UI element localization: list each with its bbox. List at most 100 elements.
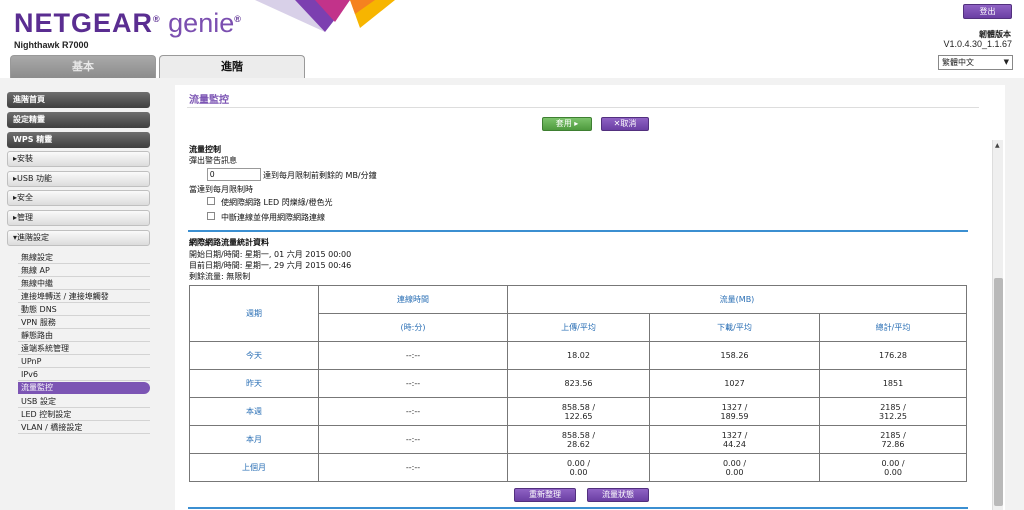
- row-upload: 18.02: [507, 341, 650, 370]
- row-period: 今天: [189, 341, 319, 370]
- header: NETGEAR® genie® Nighthawk R7000 基本 進階 登出…: [0, 0, 1024, 78]
- sidebar-section-setup[interactable]: ▸安裝: [7, 151, 150, 167]
- upload-value: 823.56: [564, 379, 593, 388]
- row-download: 1027: [649, 369, 820, 398]
- sidebar-item-wps-wizard[interactable]: WPS 精靈: [7, 132, 150, 148]
- download-value: 1327 /: [721, 402, 748, 412]
- total-value: 2185 /: [880, 402, 906, 412]
- traffic-control-heading: 流量控制: [189, 145, 221, 154]
- row-total: 0.00 /0.00: [819, 453, 967, 482]
- sidebar-item-home[interactable]: 進階首頁: [7, 92, 150, 108]
- row-upload: 858.58 /28.62: [507, 425, 650, 454]
- stats-start-time: 開始日期/時間: 星期一, 01 六月 2015 00:00: [189, 250, 352, 259]
- row-connect-time: --:--: [318, 369, 508, 398]
- main-panel: 流量監控 套用 ▸ ✕取消 流量控制 彈出警告訊息 達到每月限制前剩餘的 MB/…: [175, 85, 1005, 510]
- sidebar-item-upnp[interactable]: UPnP: [18, 356, 150, 368]
- row-total: 1851: [819, 369, 967, 398]
- warning-input-suffix: 達到每月限制前剩餘的 MB/分鐘: [263, 171, 377, 180]
- row-upload: 0.00 /0.00: [507, 453, 650, 482]
- table-row: 今天 --:-- 18.02 158.26 176.28: [189, 341, 967, 370]
- total-avg: 0.00: [884, 467, 902, 477]
- language-select[interactable]: 繁體中文 ▼: [938, 55, 1013, 70]
- col-period: 週期: [189, 285, 319, 342]
- cancel-button[interactable]: ✕取消: [601, 117, 649, 131]
- sidebar-item-dynamic-dns[interactable]: 動態 DNS: [18, 304, 150, 316]
- row-upload: 823.56: [507, 369, 650, 398]
- sidebar-item-vpn-service[interactable]: VPN 服務: [18, 317, 150, 329]
- sidebar-item-traffic-meter[interactable]: 流量監控: [18, 382, 150, 394]
- popup-warning-label: 彈出警告訊息: [189, 156, 237, 165]
- sidebar-item-remote-management[interactable]: 遠端系統管理: [18, 343, 150, 355]
- row-connect-time: --:--: [318, 397, 508, 426]
- row-period: 本月: [189, 425, 319, 454]
- sidebar-item-vlan-bridge[interactable]: VLAN / 橋接設定: [18, 422, 150, 434]
- sidebar-item-usb-settings[interactable]: USB 設定: [18, 396, 150, 408]
- download-avg: 189.59: [720, 411, 749, 421]
- led-blink-checkbox[interactable]: [207, 197, 215, 205]
- brand-tm-mark: ®: [234, 14, 242, 24]
- sidebar-item-setup-wizard[interactable]: 設定精靈: [7, 112, 150, 128]
- traffic-status-button[interactable]: 流量狀態: [587, 488, 649, 502]
- col-traffic: 流量(MB): [507, 285, 967, 314]
- led-blink-label: 使網際網路 LED 閃爍綠/橙色光: [221, 198, 333, 207]
- genie-swoosh-icon: [255, 0, 395, 32]
- row-upload: 858.58 /122.65: [507, 397, 650, 426]
- col-total: 總計/平均: [819, 313, 967, 342]
- table-row: 本月 --:-- 858.58 /28.62 1327 /44.24 2185 …: [189, 425, 967, 454]
- table-row: 本週 --:-- 858.58 /122.65 1327 /189.59 218…: [189, 397, 967, 426]
- vertical-scrollbar[interactable]: ▲: [992, 140, 1003, 510]
- tab-basic[interactable]: 基本: [10, 55, 156, 78]
- row-total: 2185 /312.25: [819, 397, 967, 426]
- upload-avg: 28.62: [567, 439, 590, 449]
- sidebar-item-port-forwarding[interactable]: 連接埠轉送 / 連接埠觸發: [18, 291, 150, 303]
- col-connect-time: 連線時間: [318, 285, 508, 314]
- page-title: 流量監控: [189, 95, 229, 106]
- sidebar-section-usb[interactable]: ▸USB 功能: [7, 171, 150, 187]
- total-avg: 72.86: [881, 439, 905, 449]
- upload-avg: 122.65: [564, 411, 593, 421]
- language-value: 繁體中文: [942, 58, 974, 67]
- total-value: 1851: [882, 379, 904, 388]
- sidebar-item-ipv6[interactable]: IPv6: [18, 369, 150, 381]
- download-avg: 44.24: [723, 439, 746, 449]
- upload-avg: 0.00: [569, 467, 588, 477]
- logout-button[interactable]: 登出: [963, 4, 1012, 19]
- divider: [187, 107, 979, 108]
- row-period: 上個月: [189, 453, 319, 482]
- traffic-table: 週期 連線時間 流量(MB) (時:分) 上傳/平均 下載/平均 總計/平均 今…: [189, 285, 967, 482]
- brand-sub: genie: [160, 8, 235, 38]
- col-connect-unit: (時:分): [318, 313, 508, 342]
- sidebar-item-led-control[interactable]: LED 控制設定: [18, 409, 150, 421]
- table-header-row: 週期 連線時間 流量(MB): [189, 285, 967, 342]
- model-name: Nighthawk R7000: [14, 40, 89, 50]
- row-connect-time: --:--: [318, 453, 508, 482]
- upload-value: 858.58 /: [561, 430, 596, 440]
- row-total: 176.28: [819, 341, 967, 370]
- sidebar-item-wireless-settings[interactable]: 無線設定: [18, 252, 150, 264]
- row-download: 158.26: [649, 341, 820, 370]
- scroll-up-icon[interactable]: ▲: [995, 142, 1000, 149]
- row-download: 1327 /189.59: [649, 397, 820, 426]
- tab-advanced[interactable]: 進階: [159, 55, 305, 78]
- section-divider: [188, 230, 968, 232]
- chevron-down-icon: ▼: [1003, 58, 1009, 66]
- disconnect-label: 中斷連線並停用網際網路連線: [221, 213, 325, 222]
- scrollbar-thumb[interactable]: [994, 278, 1003, 506]
- warning-mb-input[interactable]: [207, 168, 261, 181]
- sidebar-section-advanced-setup[interactable]: ▾進階設定: [7, 230, 150, 246]
- sidebar-item-wireless-ap[interactable]: 無線 AP: [18, 265, 150, 277]
- row-connect-time: --:--: [318, 341, 508, 370]
- sidebar-section-admin[interactable]: ▸管理: [7, 210, 150, 226]
- sidebar-item-wireless-repeater[interactable]: 無線中繼: [18, 278, 150, 290]
- refresh-button[interactable]: 重新整理: [514, 488, 576, 502]
- brand-main: NETGEAR: [14, 8, 154, 38]
- sidebar-item-static-routes[interactable]: 靜態路由: [18, 330, 150, 342]
- disconnect-checkbox[interactable]: [207, 212, 215, 220]
- row-total: 2185 /72.86: [819, 425, 967, 454]
- row-download: 1327 /44.24: [649, 425, 820, 454]
- sidebar-section-security[interactable]: ▸安全: [7, 190, 150, 206]
- download-value: 1027: [724, 379, 745, 388]
- sidebar: 進階首頁 設定精靈 WPS 精靈 ▸安裝 ▸USB 功能 ▸安全 ▸管理 ▾進階…: [0, 78, 175, 510]
- apply-button[interactable]: 套用 ▸: [542, 117, 592, 131]
- col-upload: 上傳/平均: [507, 313, 650, 342]
